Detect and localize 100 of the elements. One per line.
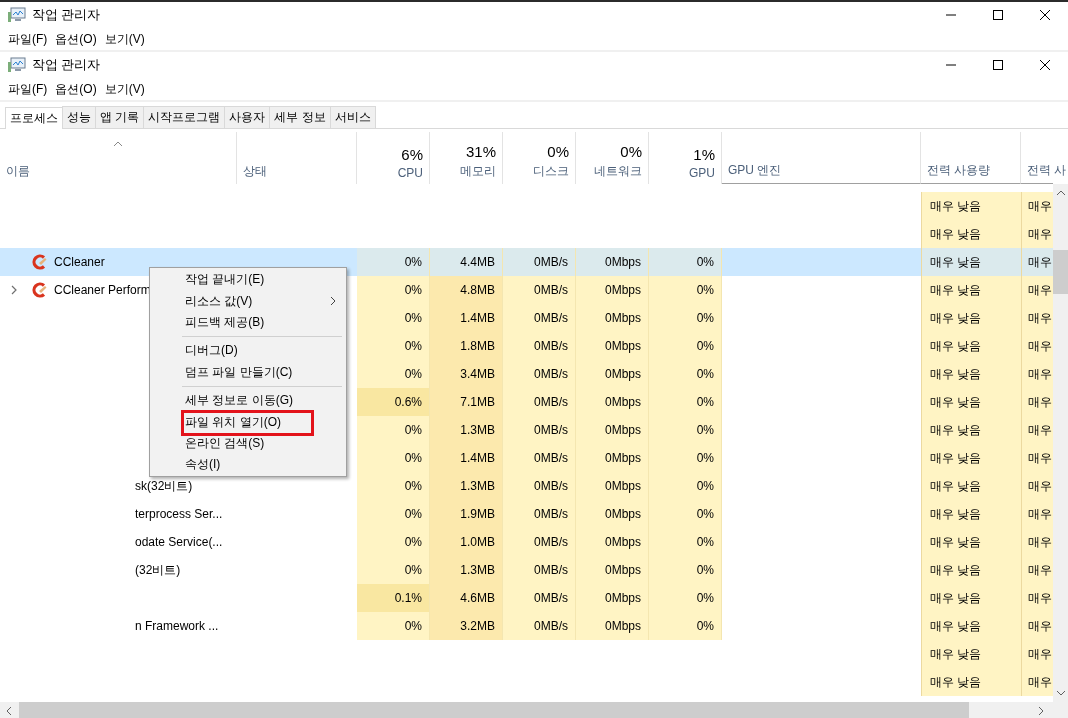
table-cell: 매우 xyxy=(1021,248,1053,276)
table-cell: 0MB/s xyxy=(503,612,576,640)
table-cell: 0MB/s xyxy=(503,444,576,472)
table-cell: 0Mbps xyxy=(576,500,649,528)
close-icon[interactable] xyxy=(1038,9,1051,21)
table-cell: 매우 낮음 xyxy=(921,220,1021,248)
table-cell: 0Mbps xyxy=(576,388,649,416)
process-name: (32비트) xyxy=(135,561,181,579)
table-cell: 0Mbps xyxy=(576,612,649,640)
menu-item[interactable]: 옵션(O) xyxy=(53,30,103,48)
table-cell: 매우 낮음 xyxy=(921,276,1021,304)
scroll-thumb[interactable] xyxy=(1053,250,1068,294)
table-cell: 0Mbps xyxy=(576,444,649,472)
table-cell: 0% xyxy=(649,528,722,556)
column-header[interactable]: 메모리 xyxy=(460,163,496,180)
tab[interactable]: 성능 xyxy=(62,106,96,128)
table-cell: 매우 xyxy=(1021,668,1053,696)
vertical-scrollbar[interactable] xyxy=(1053,184,1068,702)
table-cell: 3.4MB xyxy=(430,360,503,388)
table-cell: 0% xyxy=(649,276,722,304)
table-cell: 0% xyxy=(649,444,722,472)
menu-item[interactable]: 보기(V) xyxy=(102,30,151,48)
menu-item[interactable]: 세부 정보로 이동(G) xyxy=(152,389,344,412)
table-cell: 매우 xyxy=(1021,528,1053,556)
column-header[interactable]: 네트워크 xyxy=(594,163,642,180)
menu-item[interactable]: 보기(V) xyxy=(102,80,151,98)
table-cell: 매우 xyxy=(1021,500,1053,528)
table-cell: 0% xyxy=(357,556,430,584)
tab[interactable]: 앱 기록 xyxy=(95,106,145,128)
menu-item[interactable]: 속성(I) xyxy=(152,454,344,476)
menu-item[interactable]: 온라인 검색(S) xyxy=(152,432,344,455)
table-cell: 0% xyxy=(357,360,430,388)
tab[interactable]: 세부 정보 xyxy=(269,106,331,128)
column-header[interactable]: GPU xyxy=(689,166,715,180)
menu-item[interactable]: 피드백 제공(B) xyxy=(152,311,344,334)
column-header[interactable]: GPU 엔진 xyxy=(728,162,782,179)
table-cell: 매우 xyxy=(1021,192,1053,220)
table-cell: 7.1MB xyxy=(430,388,503,416)
table-cell: 0MB/s xyxy=(503,332,576,360)
maximize-icon[interactable] xyxy=(991,9,1004,21)
menu-item[interactable]: 리소스 값(V) xyxy=(152,290,344,312)
table-cell: 0% xyxy=(357,276,430,304)
menu-item[interactable]: 파일(F) xyxy=(6,30,54,48)
table-cell: 매우 xyxy=(1021,304,1053,332)
table-cell: 0MB/s xyxy=(503,276,576,304)
menu-item[interactable]: 파일 위치 열기(O) xyxy=(152,411,344,433)
table-cell: 1.8MB xyxy=(430,332,503,360)
menu-item[interactable]: 옵션(O) xyxy=(53,80,103,98)
table-cell: 1.9MB xyxy=(430,500,503,528)
maximize-icon[interactable] xyxy=(991,59,1004,71)
table-cell: 0% xyxy=(649,472,722,500)
tab[interactable]: 사용자 xyxy=(224,106,271,128)
table-cell: 0% xyxy=(357,416,430,444)
column-header[interactable]: 이름 xyxy=(6,163,30,180)
table-cell: 매우 낮음 xyxy=(921,668,1021,696)
table-cell: 매우 낮음 xyxy=(921,472,1021,500)
tab[interactable]: 프로세스 xyxy=(5,107,63,129)
scroll-left-icon[interactable] xyxy=(4,706,14,716)
tab[interactable]: 서비스 xyxy=(329,106,376,128)
table-cell: 매우 xyxy=(1021,556,1053,584)
table-cell: 매우 xyxy=(1021,640,1053,668)
column-header[interactable]: CPU xyxy=(397,166,423,180)
table-cell: 매우 낮음 xyxy=(921,388,1021,416)
table-cell: 1.0MB xyxy=(430,528,503,556)
menu-item[interactable]: 디버그(D) xyxy=(152,340,344,362)
table-cell: 0% xyxy=(649,360,722,388)
table-cell: 0% xyxy=(357,444,430,472)
table-cell: 매우 xyxy=(1021,276,1053,304)
table-cell: 매우 xyxy=(1021,416,1053,444)
table-cell: 0Mbps xyxy=(576,528,649,556)
table-cell: 매우 낮음 xyxy=(921,612,1021,640)
scroll-right-icon[interactable] xyxy=(1036,706,1046,716)
menu-item[interactable]: 덤프 파일 만들기(C) xyxy=(152,361,344,383)
scroll-down-icon[interactable] xyxy=(1055,688,1066,698)
table-cell: 0% xyxy=(649,416,722,444)
column-header[interactable]: 전력 사 xyxy=(1027,162,1067,179)
menu-item[interactable]: 작업 끝내기(E) xyxy=(152,269,344,291)
table-cell: 0MB/s xyxy=(503,388,576,416)
process-name: terprocess Ser... xyxy=(135,507,223,521)
table-cell: 0% xyxy=(649,304,722,332)
table-cell: 4.4MB xyxy=(430,248,503,276)
table-cell: 0Mbps xyxy=(576,276,649,304)
column-header[interactable]: 상태 xyxy=(243,163,267,180)
tab[interactable]: 시작프로그램 xyxy=(143,106,226,128)
close-icon[interactable] xyxy=(1038,59,1051,71)
menu-item[interactable]: 파일(F) xyxy=(6,80,54,98)
column-header[interactable]: 전력 사용량 xyxy=(927,162,991,179)
table-cell: 매우 낮음 xyxy=(921,444,1021,472)
table-cell: 1.3MB xyxy=(430,416,503,444)
table-cell: 0Mbps xyxy=(576,472,649,500)
table-cell: 매우 xyxy=(1021,332,1053,360)
column-header[interactable]: 디스크 xyxy=(533,163,569,180)
scroll-up-icon[interactable] xyxy=(1055,188,1066,198)
monitor-chart-icon xyxy=(8,7,26,23)
table-cell: 0MB/s xyxy=(503,584,576,612)
table-cell: 0% xyxy=(357,500,430,528)
usage-total: 6% xyxy=(401,146,423,163)
table-cell: 매우 낮음 xyxy=(921,332,1021,360)
table-cell: 매우 xyxy=(1021,472,1053,500)
table-cell: 1.4MB xyxy=(430,444,503,472)
